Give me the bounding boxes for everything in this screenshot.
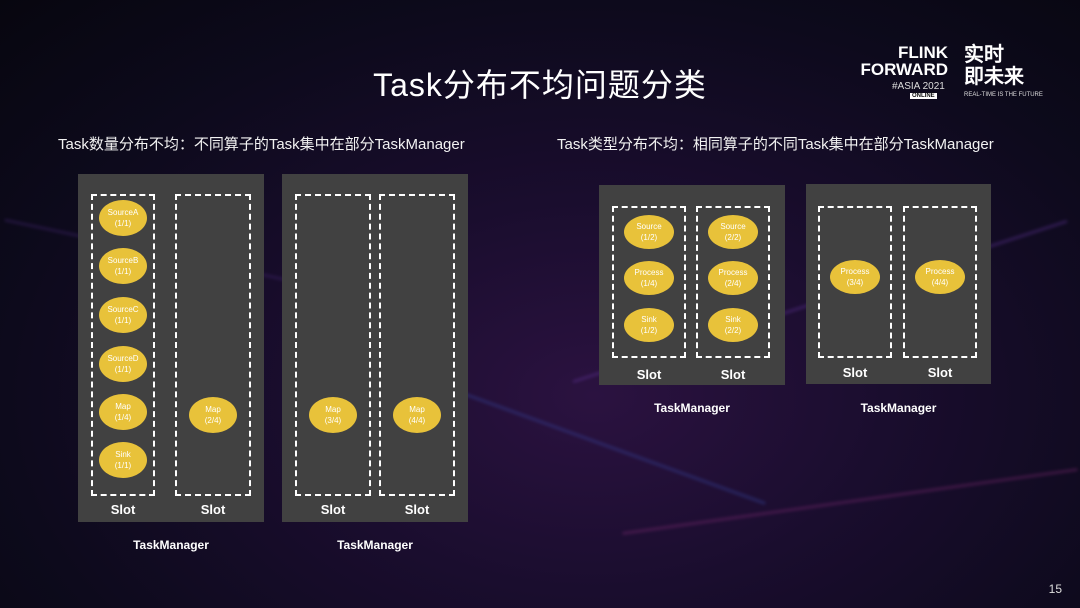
operator-name: Source — [720, 222, 746, 231]
slot-label: Slot — [720, 367, 746, 382]
logo-cn-text: 实时 即未来 — [964, 44, 1024, 88]
logo-line1: FLINK — [897, 43, 948, 62]
logo-cn-line2: 即未来 — [964, 66, 1024, 88]
operator-task: SourceD (1/1) — [99, 346, 147, 382]
operator-parallelism: (3/4) — [846, 278, 864, 287]
logo-badge: ONLINE — [910, 93, 937, 99]
operator-task: SourceB (1/1) — [99, 248, 147, 284]
operator-name: Process — [718, 268, 748, 277]
operator-name: Map — [115, 402, 131, 411]
right-subtitle: Task类型分布不均：相同算子的不同Task集中在部分TaskManager — [557, 136, 994, 153]
logo-line2: FORWARD — [860, 60, 948, 79]
slot-label: Slot — [200, 502, 226, 517]
taskmanager-label: TaskManager — [654, 401, 730, 415]
operator-parallelism: (1/1) — [114, 461, 132, 470]
operator-parallelism: (1/1) — [114, 365, 132, 374]
operator-name: Source — [636, 222, 662, 231]
operator-name: Map — [325, 405, 341, 414]
operator-task: Sink (1/1) — [99, 442, 147, 478]
taskmanager-label: TaskManager — [133, 538, 209, 552]
slot-label: Slot — [110, 502, 136, 517]
slot-box — [379, 194, 455, 496]
operator-task: Process (2/4) — [708, 261, 758, 295]
operator-parallelism: (1/4) — [640, 279, 658, 288]
operator-parallelism: (1/1) — [114, 316, 132, 325]
operator-parallelism: (1/1) — [114, 219, 132, 228]
taskmanager-label: TaskManager — [337, 538, 413, 552]
operator-parallelism: (2/4) — [204, 416, 222, 425]
operator-parallelism: (2/4) — [724, 279, 742, 288]
logo-event: #ASIA 2021 — [892, 81, 945, 92]
operator-task: Source (1/2) — [624, 215, 674, 249]
operator-name: Sink — [115, 450, 131, 459]
operator-task: Sink (1/2) — [624, 308, 674, 342]
operator-task: Map (2/4) — [189, 397, 237, 433]
operator-name: Process — [634, 268, 664, 277]
slot-label: Slot — [404, 502, 430, 517]
operator-task: Map (1/4) — [99, 394, 147, 430]
operator-name: Process — [840, 267, 870, 276]
slot-label: Slot — [636, 367, 662, 382]
operator-task: Map (3/4) — [309, 397, 357, 433]
operator-name: SourceD — [107, 354, 139, 363]
operator-parallelism: (4/4) — [408, 416, 426, 425]
operator-name: Map — [205, 405, 221, 414]
operator-name: Sink — [641, 315, 657, 324]
operator-task: Process (4/4) — [915, 260, 965, 294]
operator-task: SourceC (1/1) — [99, 297, 147, 333]
logo-wordmark: FLINK FORWARD — [854, 44, 948, 78]
slot-label: Slot — [927, 365, 953, 380]
operator-parallelism: (2/2) — [724, 326, 742, 335]
operator-name: SourceA — [107, 208, 139, 217]
operator-parallelism: (1/1) — [114, 267, 132, 276]
operator-name: SourceC — [107, 305, 139, 314]
slot-label: Slot — [320, 502, 346, 517]
logo-cn-line1: 实时 — [964, 44, 1004, 66]
slot-label: Slot — [842, 365, 868, 380]
operator-parallelism: (4/4) — [931, 278, 949, 287]
operator-parallelism: (1/2) — [640, 326, 658, 335]
operator-parallelism: (2/2) — [724, 233, 742, 242]
operator-task: Source (2/2) — [708, 215, 758, 249]
left-subtitle: Task数量分布不均：不同算子的Task集中在部分TaskManager — [58, 136, 465, 153]
page-number: 15 — [1048, 582, 1062, 596]
operator-task: Map (4/4) — [393, 397, 441, 433]
slot-box — [175, 194, 251, 496]
operator-task: Sink (2/2) — [708, 308, 758, 342]
operator-name: Map — [409, 405, 425, 414]
flink-forward-logo: FLINK FORWARD #ASIA 2021 ONLINE 实时 即未来 R… — [854, 40, 1044, 102]
operator-task: Process (1/4) — [624, 261, 674, 295]
logo-tagline: REAL-TIME IS THE FUTURE — [964, 92, 1043, 98]
operator-name: SourceB — [107, 256, 139, 265]
slot-box — [295, 194, 371, 496]
operator-parallelism: (3/4) — [324, 416, 342, 425]
operator-parallelism: (1/4) — [114, 413, 132, 422]
operator-name: Sink — [725, 315, 741, 324]
taskmanager-label: TaskManager — [860, 401, 937, 415]
operator-task: SourceA (1/1) — [99, 200, 147, 236]
operator-task: Process (3/4) — [830, 260, 880, 294]
operator-name: Process — [925, 267, 955, 276]
operator-parallelism: (1/2) — [640, 233, 658, 242]
